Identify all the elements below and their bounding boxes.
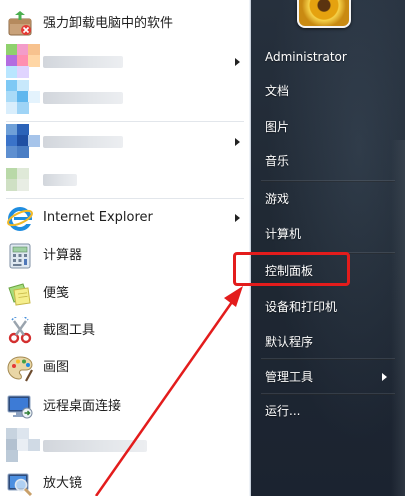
program-label: 截图工具 <box>43 323 96 338</box>
redacted-label <box>43 92 123 104</box>
program-label: Internet Explorer <box>43 210 153 225</box>
start-menu: 强力卸载电脑中的软件 Internet Explorer 计算器 便笺 截图工具… <box>0 0 405 496</box>
place-games[interactable]: 游戏 <box>251 184 405 214</box>
place-music[interactable]: 音乐 <box>251 146 405 176</box>
pixelated-app-icon <box>6 80 40 114</box>
place-admin-tools[interactable]: 管理工具 <box>251 362 405 392</box>
program-label: 远程桌面连接 <box>43 399 122 414</box>
programs-pane: 强力卸载电脑中的软件 Internet Explorer 计算器 便笺 截图工具… <box>0 0 251 496</box>
place-run[interactable]: 运行... <box>251 396 405 426</box>
user-name: Administrator <box>265 50 347 64</box>
place-label: 管理工具 <box>265 370 314 384</box>
submenu-arrow-icon <box>382 373 387 381</box>
separator <box>6 198 244 199</box>
place-label: 音乐 <box>265 154 290 168</box>
sticky-notes-icon <box>8 283 31 306</box>
annotation-highlight-box <box>233 252 350 286</box>
place-label: 图片 <box>265 120 290 134</box>
program-item-redacted[interactable] <box>0 428 250 464</box>
place-label: 文档 <box>265 84 290 98</box>
submenu-arrow-icon <box>235 214 240 222</box>
place-label: 计算机 <box>265 227 302 241</box>
place-documents[interactable]: 文档 <box>251 76 405 106</box>
program-label: 计算器 <box>43 248 83 263</box>
program-label: 画图 <box>43 360 70 375</box>
internet-explorer-icon <box>7 207 33 231</box>
snipping-tool-icon <box>8 317 32 344</box>
pixelated-app-icon <box>6 124 40 158</box>
program-item-redacted[interactable] <box>0 44 250 80</box>
program-item-snipping-tool[interactable]: 截图工具 <box>0 313 250 349</box>
place-label: 设备和打印机 <box>265 300 338 314</box>
program-label: 放大镜 <box>43 476 83 491</box>
paint-palette-icon <box>7 356 33 382</box>
program-item-internet-explorer[interactable]: Internet Explorer <box>0 200 250 236</box>
place-label: 游戏 <box>265 192 290 206</box>
place-label: 运行... <box>265 404 301 418</box>
program-item-calculator[interactable]: 计算器 <box>0 238 250 274</box>
program-item-remote-desktop[interactable]: 远程桌面连接 <box>0 389 250 425</box>
places-pane: Administrator 文档 图片 音乐 游戏 计算机 控制面板 设备和打印… <box>251 0 405 496</box>
program-item-redacted[interactable] <box>0 80 250 116</box>
program-item-uninstaller[interactable]: 强力卸载电脑中的软件 <box>0 6 250 42</box>
program-item-magnifier[interactable]: 放大镜 <box>0 466 250 496</box>
user-account-link[interactable]: Administrator <box>251 42 405 72</box>
separator <box>261 180 395 182</box>
redacted-label <box>43 136 123 148</box>
uninstall-box-icon <box>8 11 32 36</box>
program-label: 便笺 <box>43 286 70 301</box>
magnifier-icon <box>7 473 33 496</box>
place-devices-printers[interactable]: 设备和打印机 <box>251 292 405 322</box>
program-label: 强力卸载电脑中的软件 <box>43 16 174 31</box>
place-pictures[interactable]: 图片 <box>251 112 405 142</box>
place-computer[interactable]: 计算机 <box>251 219 405 249</box>
submenu-arrow-icon <box>235 58 240 66</box>
redacted-label <box>43 440 147 452</box>
program-item-redacted[interactable] <box>0 124 250 160</box>
program-item-sticky-notes[interactable]: 便笺 <box>0 276 250 312</box>
pixelated-app-icon <box>6 428 40 462</box>
separator <box>261 393 395 395</box>
submenu-arrow-icon <box>235 138 240 146</box>
pixelated-app-icon <box>6 44 40 78</box>
pixelated-app-icon <box>6 162 40 196</box>
program-item-redacted[interactable] <box>0 162 250 198</box>
place-label: 默认程序 <box>265 335 314 349</box>
calculator-icon <box>9 243 31 269</box>
redacted-label <box>43 56 123 68</box>
program-item-paint[interactable]: 画图 <box>0 350 250 386</box>
separator <box>261 358 395 360</box>
redacted-label <box>43 174 77 186</box>
separator <box>6 121 244 122</box>
place-default-programs[interactable]: 默认程序 <box>251 327 405 357</box>
user-picture[interactable] <box>297 0 351 28</box>
remote-desktop-icon <box>7 395 33 419</box>
